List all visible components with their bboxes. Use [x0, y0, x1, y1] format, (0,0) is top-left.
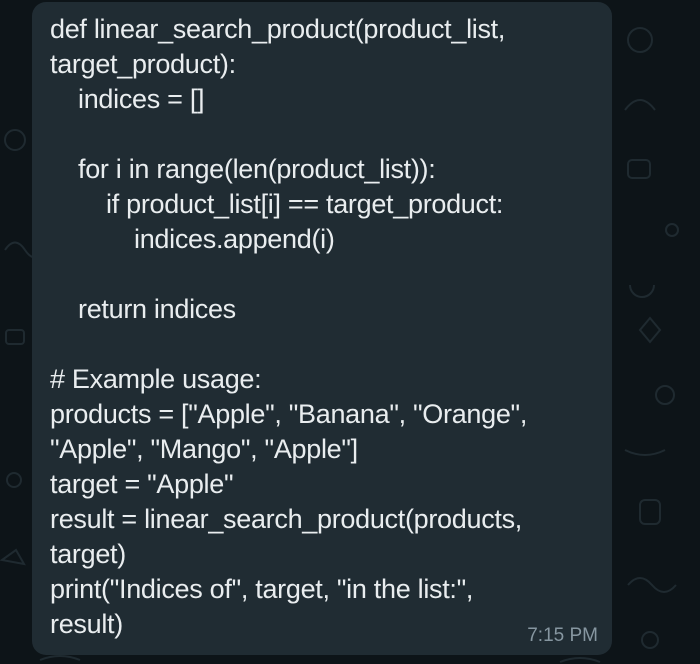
- code-line: indices.append(i): [134, 224, 335, 254]
- code-line: "Apple", "Mango", "Apple"]: [50, 434, 358, 464]
- code-line: return indices: [78, 294, 236, 324]
- code-line: if product_list[i] == target_product:: [106, 189, 504, 219]
- message-bubble[interactable]: def linear_search_product(product_list, …: [32, 2, 612, 655]
- code-comment-line: # Example usage:: [50, 364, 262, 394]
- code-line: result): [50, 609, 123, 639]
- code-line: result = linear_search_product(products,: [50, 504, 523, 534]
- code-line: print("Indices of", target, "in the list…: [50, 574, 474, 604]
- code-line: for i in range(len(product_list)):: [78, 154, 436, 184]
- message-text: def linear_search_product(product_list, …: [50, 12, 602, 642]
- code-line: target_product):: [50, 49, 236, 79]
- code-line: target): [50, 539, 126, 569]
- message-timestamp: 7:15 PM: [527, 625, 598, 646]
- code-line: target = "Apple": [50, 469, 234, 499]
- code-line: products = ["Apple", "Banana", "Orange",: [50, 399, 528, 429]
- code-line: indices = []: [78, 84, 205, 114]
- code-line: def linear_search_product(product_list,: [50, 14, 506, 44]
